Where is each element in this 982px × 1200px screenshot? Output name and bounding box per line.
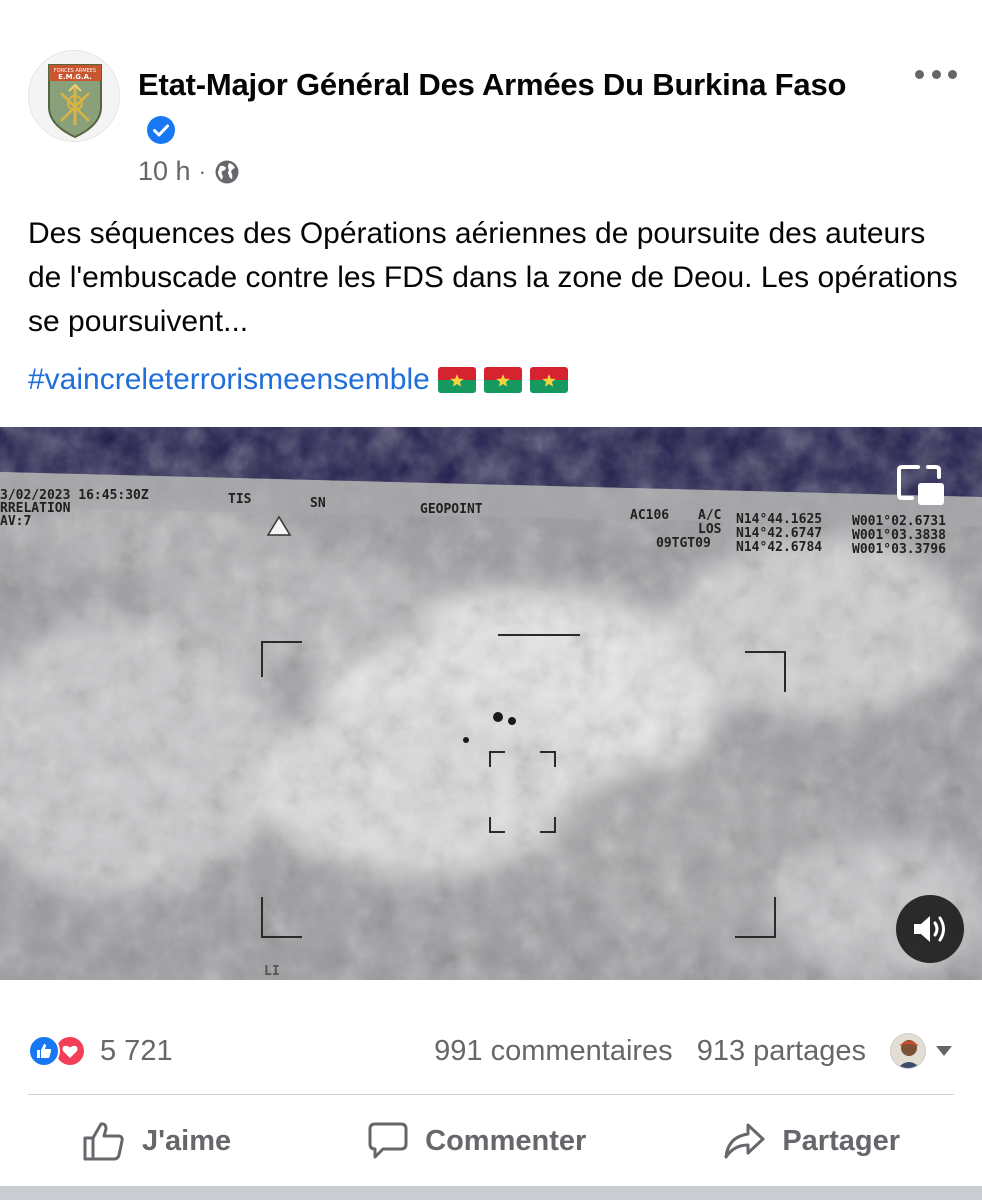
post-text: Des séquences des Opérations aériennes d… xyxy=(28,217,958,338)
sound-toggle-button[interactable] xyxy=(896,895,964,963)
hud-av: AV:7 xyxy=(0,514,32,529)
shares-count[interactable]: 913 partages xyxy=(697,1035,866,1068)
hud-los-label: LOS xyxy=(698,522,722,537)
hud-tgt-lat: N14°42.6784 xyxy=(736,540,823,555)
hud-los-lon: W001°03.3838 xyxy=(852,528,946,543)
more-options-button[interactable] xyxy=(915,62,957,86)
viewer-avatar xyxy=(890,1033,926,1069)
more-dot-icon xyxy=(948,69,957,79)
logo-main-text: E.M.G.A. xyxy=(58,73,92,81)
more-dot-icon xyxy=(915,69,924,79)
hud-ac-lat: N14°44.1625 xyxy=(736,512,823,527)
emga-logo: FORCES ARMEES E.M.G.A. xyxy=(29,51,119,141)
hud-tgt-label: 09TGT09 xyxy=(656,536,711,551)
thumbs-up-icon xyxy=(83,1122,124,1161)
author-name[interactable]: Etat-Major Général Des Armées Du Burkina… xyxy=(138,67,846,102)
burkina-faso-flag-icon xyxy=(483,367,522,393)
bottom-separator xyxy=(0,1186,982,1200)
post-time[interactable]: 10 h xyxy=(138,156,191,187)
share-arrow-icon xyxy=(724,1123,765,1159)
hud-los-lat: N14°42.6747 xyxy=(736,526,823,541)
stats-right: 991 commentaires 913 partages xyxy=(434,1033,954,1069)
burkina-faso-flag-icon xyxy=(529,367,568,393)
hud-mode: TIS xyxy=(228,492,252,507)
post-actions: J'aime Commenter Partager xyxy=(28,1110,954,1172)
reaction-count: 5 721 xyxy=(100,1034,173,1067)
caret-down-icon xyxy=(936,1046,952,1056)
hud-ac-mode: A/C xyxy=(698,508,722,523)
like-label: J'aime xyxy=(142,1124,232,1157)
picture-in-picture-icon xyxy=(897,465,944,505)
like-reaction-icon xyxy=(28,1035,60,1067)
comment-bubble-icon xyxy=(368,1122,408,1159)
hud-ac: AC106 xyxy=(630,508,670,523)
reactions-summary[interactable]: 5 721 xyxy=(28,1035,173,1068)
share-label: Partager xyxy=(782,1124,900,1157)
burkina-faso-flag-icon xyxy=(437,367,476,393)
hud-ac-lon: W001°02.6731 xyxy=(852,514,946,529)
comment-label: Commenter xyxy=(425,1124,587,1157)
more-dot-icon xyxy=(931,69,941,79)
hud-sn: SN xyxy=(310,496,326,511)
meta-separator: · xyxy=(198,158,206,184)
hashtag-link[interactable]: #vaincreleterrorismeensemble xyxy=(28,358,430,402)
verified-badge-icon xyxy=(147,116,175,144)
post-meta: 10 h · xyxy=(138,156,240,187)
video-player[interactable]: 3/02/2023 16:45:30Z TIS SN RRELATION AV:… xyxy=(0,427,982,980)
hashtag-line: #vaincreleterrorismeensemble xyxy=(28,358,568,402)
post-stats: 5 721 991 commentaires 913 partages xyxy=(28,1028,954,1074)
speaker-icon xyxy=(914,916,945,942)
page-avatar[interactable]: FORCES ARMEES E.M.G.A. xyxy=(28,50,120,142)
video-frame xyxy=(0,427,982,980)
post-header: FORCES ARMEES E.M.G.A. Etat-Major Généra… xyxy=(0,0,982,200)
hud-tgt-lon: W001°03.3796 xyxy=(852,542,946,557)
globe-icon xyxy=(215,160,239,183)
comment-button[interactable]: Commenter xyxy=(367,1121,586,1161)
share-button[interactable]: Partager xyxy=(722,1121,900,1161)
reaction-identity-switcher[interactable] xyxy=(890,1033,954,1069)
actions-divider xyxy=(28,1094,954,1095)
like-button[interactable]: J'aime xyxy=(82,1120,231,1162)
comments-count[interactable]: 991 commentaires xyxy=(434,1035,673,1068)
author-name-block[interactable]: Etat-Major Général Des Armées Du Burkina… xyxy=(138,62,878,152)
hud-geopoint: GEOPOINT xyxy=(420,502,483,517)
picture-in-picture-button[interactable] xyxy=(896,463,948,509)
hud-bottom: LI xyxy=(264,964,280,979)
